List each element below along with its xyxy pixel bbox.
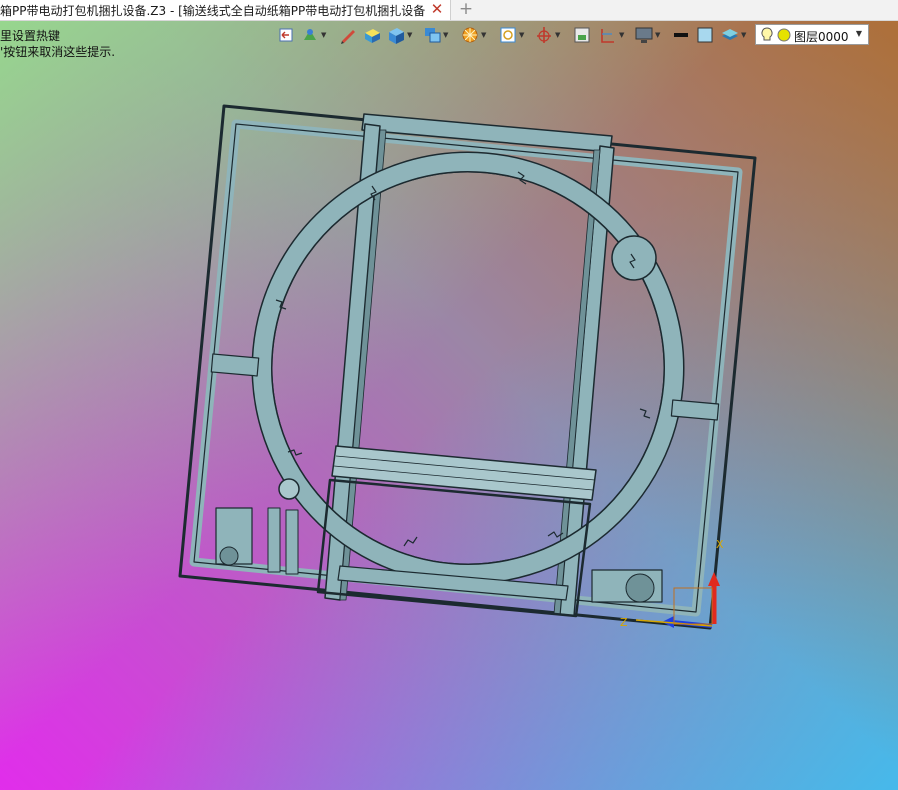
chevron-down-icon: ▼ (741, 31, 747, 39)
color-swatch-button[interactable] (696, 24, 714, 46)
display-icon (635, 27, 653, 43)
chevron-down-icon: ▼ (655, 31, 661, 39)
box-shaded-icon (365, 29, 380, 43)
pen-button[interactable] (338, 24, 358, 46)
chevron-down-icon: ▼ (619, 31, 625, 39)
view-toolbar: ▼ ▼ ▼ ▼ ▼ ▼ ▼ ▼ ▼ 图层0000 ▼ (276, 24, 876, 46)
sun-icon (462, 27, 478, 43)
line-style-icon (674, 33, 688, 37)
iso-view-button[interactable]: ▼ (422, 24, 452, 46)
chevron-down-icon: ▼ (519, 31, 525, 39)
zoom-fit-icon (500, 27, 516, 43)
render-mode-icon (304, 29, 316, 40)
bracket-left (210, 353, 260, 377)
box-shaded-button[interactable] (362, 24, 382, 46)
hint-line-1: 里设置热键 (0, 29, 61, 43)
color-swatch-icon (697, 27, 713, 43)
zoom-fit-button[interactable]: ▼ (498, 24, 528, 46)
rotate-axis-icon (537, 27, 551, 43)
bracket-right (670, 399, 720, 421)
layers-button[interactable]: ▼ (720, 24, 750, 46)
pen-icon (341, 30, 355, 44)
display-button[interactable]: ▼ (634, 24, 664, 46)
chevron-down-icon: ▼ (321, 31, 327, 39)
rotate-axis-button[interactable]: ▼ (534, 24, 564, 46)
section-button[interactable] (572, 24, 592, 46)
document-tab[interactable]: 箱PP带电动打包机捆扎设备.Z3 - [输送线式全自动纸箱PP带电动打包机捆扎设… (0, 0, 451, 20)
layer-color-dot-icon (777, 28, 791, 42)
iso-view-icon (425, 28, 441, 43)
model-drawing: X Z (178, 104, 757, 630)
dimension-icon (601, 29, 614, 43)
chevron-down-icon: ▼ (407, 31, 413, 39)
chevron-down-icon: ▼ (443, 31, 449, 39)
render-mode-button[interactable]: ▼ (300, 24, 330, 46)
new-tab-icon[interactable]: + (456, 0, 476, 20)
undo-view-button[interactable] (276, 24, 296, 46)
chevron-down-icon: ▼ (555, 31, 561, 39)
hint-line-2: '按钮来取消这些提示. (0, 45, 116, 59)
dimension-button[interactable]: ▼ (598, 24, 628, 46)
chevron-down-icon: ▼ (481, 31, 487, 39)
close-tab-icon[interactable]: ✕ (428, 0, 446, 20)
cube-view-icon (389, 28, 404, 44)
section-icon (574, 27, 590, 43)
sun-button[interactable]: ▼ (460, 24, 490, 46)
rotary-ring (251, 151, 685, 585)
layers-icon (722, 29, 738, 40)
line-style-button[interactable] (672, 24, 690, 46)
tab-bar: 箱PP带电动打包机捆扎设备.Z3 - [输送线式全自动纸箱PP带电动打包机捆扎设… (0, 0, 898, 21)
chevron-down-icon[interactable]: ▼ (856, 29, 862, 38)
layer-state-icons (761, 27, 791, 42)
layer-name: 图层0000 (794, 30, 849, 44)
axis-z-label: Z (620, 616, 628, 629)
3d-viewport[interactable]: X Z (0, 20, 898, 790)
document-tab-title: 箱PP带电动打包机捆扎设备.Z3 - [输送线式全自动纸箱PP带电动打包机捆扎设… (0, 4, 425, 18)
layer-select[interactable]: 图层0000 ▼ (755, 24, 869, 45)
undo-view-icon (279, 28, 293, 42)
axis-x-label: X (716, 538, 724, 551)
cube-view-button[interactable]: ▼ (386, 24, 416, 46)
roller-left (278, 478, 300, 500)
lightbulb-icon (761, 27, 773, 41)
